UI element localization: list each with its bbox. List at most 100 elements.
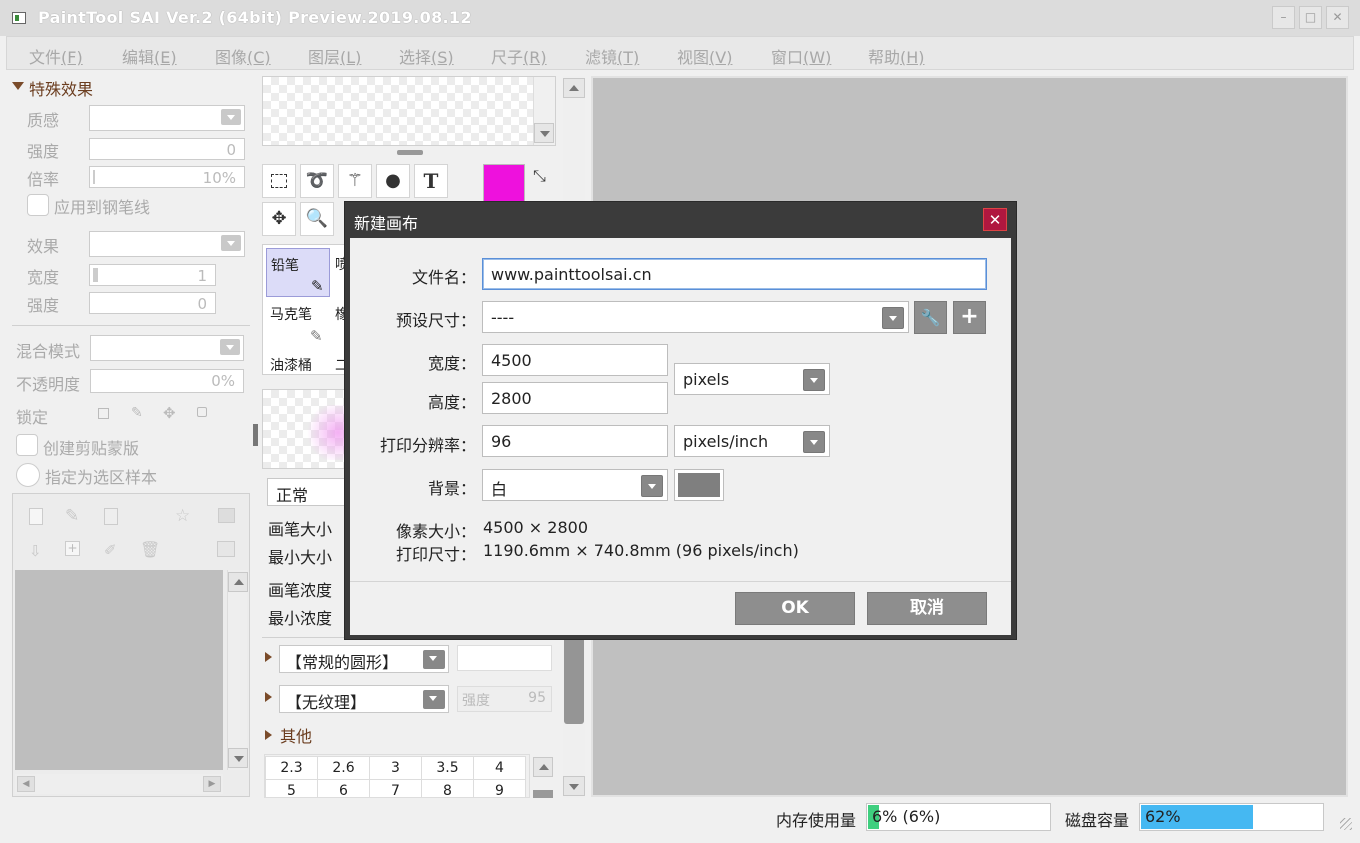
texture-select[interactable] xyxy=(89,105,245,131)
panel-splitter[interactable] xyxy=(253,424,258,446)
texture-strength-field[interactable]: 强度 95 xyxy=(457,686,552,712)
magic-wand-tool[interactable]: ⚚ xyxy=(338,164,372,198)
menu-ruler[interactable]: 尺子(R) xyxy=(491,44,547,68)
expand-arrow-icon[interactable] xyxy=(265,730,272,740)
size-preset[interactable]: 5 xyxy=(265,779,318,797)
apply-pen-checkbox[interactable] xyxy=(27,194,49,216)
layer-settings-icon[interactable] xyxy=(217,541,235,557)
scroll-left-button[interactable]: ◀ xyxy=(17,776,35,792)
size-preset[interactable]: 7 xyxy=(369,779,422,797)
scroll-right-button[interactable]: ▶ xyxy=(203,776,221,792)
new-folder-icon[interactable] xyxy=(104,508,118,525)
cancel-button[interactable]: 取消 xyxy=(867,592,987,625)
size-preset[interactable]: 4 xyxy=(473,756,526,780)
scroll-down-button[interactable] xyxy=(228,748,248,768)
text-tool[interactable]: T xyxy=(414,164,448,198)
layer-list-hscroll[interactable]: ◀ ▶ xyxy=(15,774,223,794)
scroll-down-button[interactable] xyxy=(534,123,554,143)
brush-marker[interactable]: 马克笔 ✎ xyxy=(266,301,330,349)
width-field[interactable]: 1 xyxy=(89,264,216,286)
shape-param-field[interactable] xyxy=(457,645,552,671)
ok-button[interactable]: OK xyxy=(735,592,855,625)
scroll-up-button[interactable] xyxy=(563,78,585,98)
height-input[interactable]: 2800 xyxy=(482,382,668,414)
menu-select[interactable]: 选择(S) xyxy=(399,44,454,68)
scroll-thumb[interactable] xyxy=(533,790,553,798)
menu-edit[interactable]: 编辑(E) xyxy=(122,44,177,68)
layer-list-vscroll[interactable] xyxy=(227,570,248,770)
add-layer-icon[interactable]: + xyxy=(65,541,80,556)
menu-filter[interactable]: 滤镜(T) xyxy=(585,44,639,68)
merge-down-icon[interactable]: ⇩ xyxy=(29,542,42,560)
width-input[interactable]: 4500 xyxy=(482,344,668,376)
new-layer-icon[interactable] xyxy=(29,508,43,525)
size-unit-select[interactable]: pixels xyxy=(674,363,830,395)
foreground-color-swatch[interactable] xyxy=(483,164,525,204)
layer-list[interactable] xyxy=(15,570,223,770)
expand-arrow-icon[interactable] xyxy=(265,692,272,702)
swap-colors-icon[interactable]: ⤡ xyxy=(533,166,546,186)
blend-mode-select[interactable] xyxy=(90,335,244,361)
opacity-field[interactable]: 0% xyxy=(90,369,244,393)
clip-mask-checkbox[interactable] xyxy=(16,434,38,456)
background-select[interactable]: 白 xyxy=(482,469,668,501)
lock-all-icon[interactable] xyxy=(197,407,207,417)
new-vector-layer-icon[interactable]: ✎ xyxy=(65,506,79,526)
lock-pen-icon[interactable]: ✎ xyxy=(131,405,143,421)
trash-icon[interactable]: 🗑 xyxy=(140,540,160,559)
menu-layer[interactable]: 图层(L) xyxy=(308,44,361,68)
scroll-thumb[interactable] xyxy=(564,636,584,724)
menu-window[interactable]: 窗口(W) xyxy=(771,44,831,68)
preset-settings-button[interactable]: 🔧 xyxy=(914,301,947,334)
strength2-field[interactable]: 0 xyxy=(89,292,216,314)
rect-select-tool[interactable] xyxy=(262,164,296,198)
resolution-unit-select[interactable]: pixels/inch xyxy=(674,425,830,457)
lasso-tool[interactable]: ➰ xyxy=(300,164,334,198)
menu-view[interactable]: 视图(V) xyxy=(677,44,732,68)
resize-grip-icon[interactable] xyxy=(1340,818,1352,830)
size-preset[interactable]: 2.6 xyxy=(317,756,370,780)
navigator-preview[interactable] xyxy=(262,76,556,146)
preset-select[interactable]: ---- xyxy=(482,301,909,333)
size-preset[interactable]: 3 xyxy=(369,756,422,780)
navigator-scrollbar[interactable] xyxy=(533,77,555,145)
effect-select[interactable] xyxy=(89,231,245,257)
brush-texture-select[interactable]: 【无纹理】 xyxy=(279,685,449,713)
brush-shape-select[interactable]: 【常规的圆形】 xyxy=(279,645,449,673)
maximize-button[interactable]: □ xyxy=(1299,6,1322,29)
add-preset-button[interactable]: + xyxy=(953,301,986,334)
collapse-effects-icon[interactable] xyxy=(12,82,24,90)
move-tool[interactable]: ✥ xyxy=(262,202,296,236)
size-preset[interactable]: 6 xyxy=(317,779,370,797)
size-preset[interactable]: 9 xyxy=(473,779,526,797)
menu-help[interactable]: 帮助(H) xyxy=(868,44,925,68)
expand-arrow-icon[interactable] xyxy=(265,652,272,662)
resolution-input[interactable]: 96 xyxy=(482,425,668,457)
resize-handle[interactable] xyxy=(397,150,423,155)
size-preset[interactable]: 8 xyxy=(421,779,474,797)
lock-move-icon[interactable]: ✥ xyxy=(163,404,176,422)
menu-file[interactable]: 文件(F) xyxy=(29,44,83,68)
brush-bucket[interactable]: 油漆桶 xyxy=(270,355,312,375)
scroll-up-button[interactable] xyxy=(228,572,248,592)
filename-input[interactable]: www.painttoolsai.cn xyxy=(482,258,987,290)
selection-sample-radio[interactable] xyxy=(16,463,40,487)
size-preset[interactable]: 2.3 xyxy=(265,756,318,780)
menu-image[interactable]: 图像(C) xyxy=(215,44,271,68)
effect-layer-icon[interactable]: ☆ xyxy=(175,506,190,526)
clear-layer-icon[interactable]: ✐ xyxy=(104,541,117,559)
zoom-tool[interactable]: 🔍 xyxy=(300,202,334,236)
brush-pencil[interactable]: 铅笔 ✎ xyxy=(266,248,330,297)
scale-field[interactable]: 10% xyxy=(89,166,245,188)
fill-tool[interactable]: ● xyxy=(376,164,410,198)
mask-layer-icon[interactable] xyxy=(218,508,235,523)
close-window-button[interactable]: ✕ xyxy=(1326,6,1349,29)
dialog-close-button[interactable]: ✕ xyxy=(983,208,1007,231)
background-color-swatch[interactable] xyxy=(674,469,724,501)
scroll-up-button[interactable] xyxy=(533,757,553,777)
minimize-button[interactable]: – xyxy=(1272,6,1295,29)
strength-field[interactable]: 0 xyxy=(89,138,245,160)
size-preset[interactable]: 3.5 xyxy=(421,756,474,780)
scroll-down-button[interactable] xyxy=(563,776,585,796)
lock-transparency-icon[interactable] xyxy=(98,408,109,419)
